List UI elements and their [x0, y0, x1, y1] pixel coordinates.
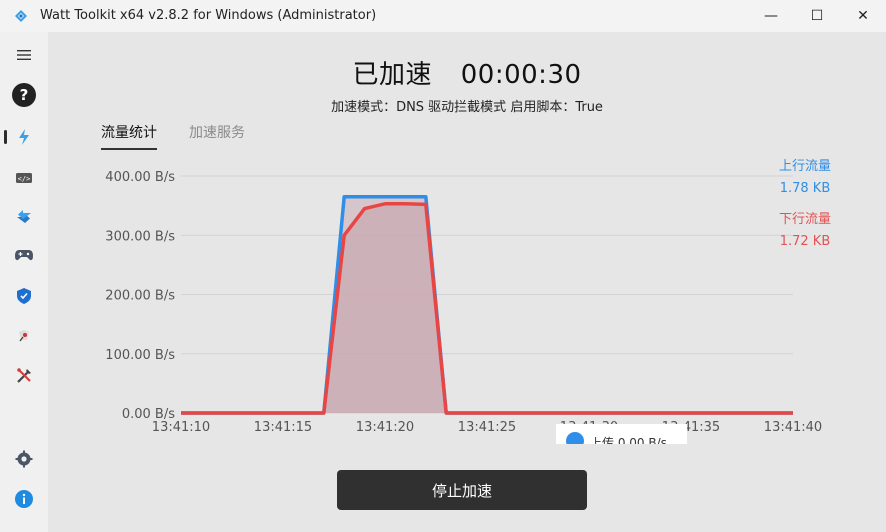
y-tick-label: 200.00 B/s [105, 289, 175, 304]
x-tick-label: 13:41:40 [764, 420, 822, 435]
arknights-icon[interactable] [10, 322, 38, 350]
x-tick-label: 13:41:10 [152, 420, 210, 435]
stop-accelerate-button[interactable]: 停止加速 [337, 470, 587, 510]
app-logo-icon [15, 10, 27, 22]
code-script-icon[interactable]: </> [10, 164, 38, 192]
legend-upload-label: 上行流量 [778, 159, 831, 174]
upload-area [181, 196, 793, 413]
title-bar: Watt Toolkit x64 v2.8.2 for Windows (Adm… [0, 0, 886, 32]
gamepad-icon[interactable] [10, 241, 38, 269]
settings-gear-icon[interactable] [10, 445, 38, 473]
hamburger-menu-icon[interactable] [10, 41, 38, 69]
legend-upload-value: 1.78 KB [779, 181, 831, 196]
main-panel: 已加速 00:00:30 加速模式：DNS 驱动拦截模式 启用脚本：True 流… [48, 32, 886, 532]
maximize-button[interactable]: ☐ [794, 0, 840, 32]
tools-icon[interactable] [10, 362, 38, 390]
lightning-accelerate-icon[interactable] [10, 123, 38, 151]
x-tick-label: 13:41:20 [356, 420, 414, 435]
traffic-chart: 0.00 B/s100.00 B/s200.00 B/s300.00 B/s40… [105, 170, 822, 435]
chart-tooltip: 上传 0.00 B/s [556, 424, 687, 444]
window-title: Watt Toolkit x64 v2.8.2 for Windows (Adm… [40, 8, 377, 23]
y-tick-label: 100.00 B/s [105, 348, 175, 363]
y-tick-label: 400.00 B/s [105, 170, 175, 185]
y-tick-label: 300.00 B/s [105, 229, 175, 244]
legend-upload: 上行流量 1.78 KB [779, 156, 831, 200]
x-tick-label: 13:41:25 [458, 420, 516, 435]
legend-download-value: 1.72 KB [779, 234, 831, 249]
info-icon[interactable] [10, 485, 38, 513]
transfer-arrows-icon[interactable] [10, 202, 38, 230]
close-button[interactable]: ✕ [840, 0, 886, 32]
legend-download: 下行流量 1.72 KB [779, 209, 831, 253]
upload-series-line [181, 194, 793, 415]
tooltip-dot-icon [566, 432, 584, 444]
tooltip-text: 上传 0.00 B/s [590, 436, 667, 444]
minimize-button[interactable]: — [748, 0, 794, 32]
help-circle-icon[interactable]: ? [10, 81, 38, 109]
sidebar: ? </> [0, 32, 48, 532]
svg-text:</>: </> [18, 175, 31, 183]
active-indicator [4, 130, 7, 144]
svg-text:?: ? [20, 86, 29, 104]
legend-download-label: 下行流量 [778, 212, 831, 227]
shield-icon[interactable] [10, 282, 38, 310]
x-tick-label: 13:41:15 [254, 420, 312, 435]
